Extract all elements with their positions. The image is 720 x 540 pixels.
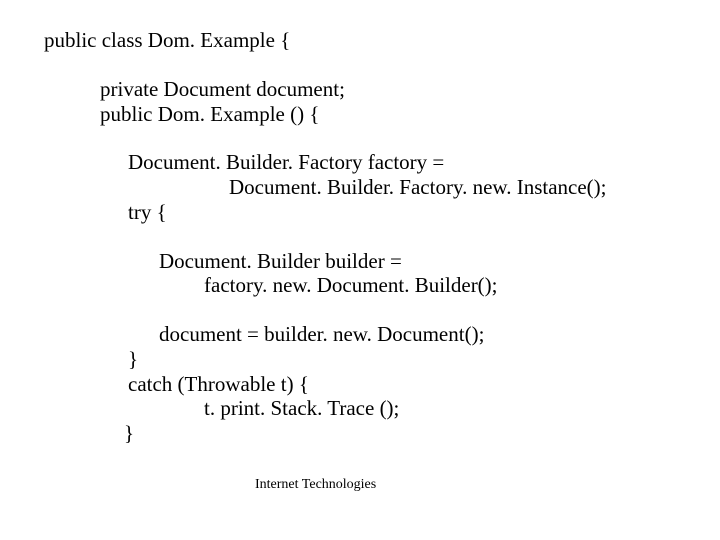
code-line-7: Document. Builder builder = — [44, 249, 720, 274]
code-line-6: try { — [44, 200, 720, 225]
code-line-5: Document. Builder. Factory. new. Instanc… — [44, 175, 720, 200]
code-line-10: } — [44, 347, 720, 372]
footnote: Internet Technologies — [255, 477, 376, 493]
code-line-1: public class Dom. Example { — [44, 28, 720, 53]
code-line-11: catch (Throwable t) { — [44, 372, 720, 397]
spacer — [44, 53, 720, 77]
code-line-2: private Document document; — [44, 77, 720, 102]
code-line-3: public Dom. Example () { — [44, 102, 720, 127]
code-line-9: document = builder. new. Document(); — [44, 322, 720, 347]
spacer — [44, 126, 720, 150]
spacer — [44, 298, 720, 322]
code-line-13: } — [44, 421, 720, 446]
code-line-12: t. print. Stack. Trace (); — [44, 396, 720, 421]
code-line-8: factory. new. Document. Builder(); — [44, 273, 720, 298]
code-line-4: Document. Builder. Factory factory = — [44, 150, 720, 175]
spacer — [44, 225, 720, 249]
